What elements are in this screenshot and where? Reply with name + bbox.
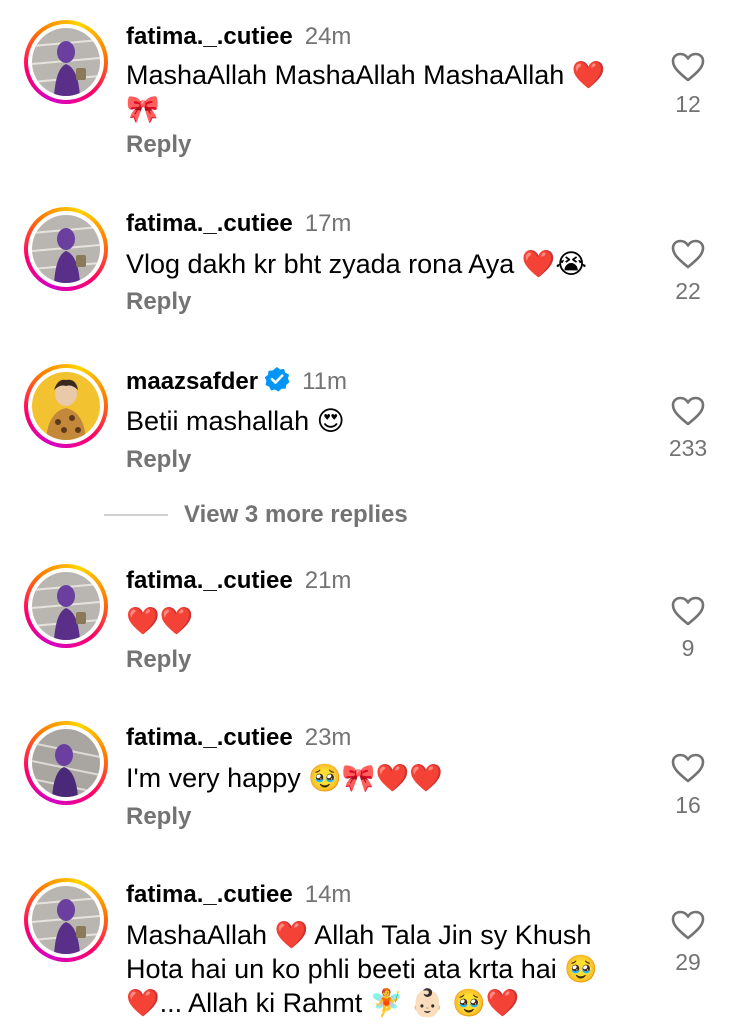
heart-outline-icon[interactable]: [662, 910, 714, 940]
like-control: 12: [662, 52, 714, 118]
like-count: 9: [681, 635, 695, 661]
avatar[interactable]: [24, 20, 108, 104]
username-link[interactable]: fatima._.cutiee: [126, 23, 293, 50]
username-link[interactable]: fatima._.cutiee: [126, 210, 293, 237]
avatar[interactable]: [24, 564, 108, 648]
like-count: 12: [675, 91, 701, 117]
like-control: 16: [662, 753, 714, 819]
avatar[interactable]: [24, 721, 108, 805]
timestamp: 21m: [304, 567, 352, 594]
heart-outline-icon[interactable]: [662, 753, 714, 783]
reply-button[interactable]: Reply: [126, 130, 191, 160]
timestamp: 24m: [304, 23, 352, 50]
heart-outline-icon[interactable]: [662, 396, 714, 426]
view-more-replies-button[interactable]: View 3 more replies: [104, 500, 408, 530]
comment-header: fatima._.cutiee 21m: [126, 566, 351, 596]
comment-text: Vlog dakh kr bht zyada rona Aya ❤️😭: [126, 249, 587, 279]
avatar-photo: [32, 729, 100, 797]
username-link[interactable]: maazsafder: [126, 368, 258, 395]
comment-text: Betii mashallah 😍: [126, 406, 345, 436]
heart-outline-icon[interactable]: [662, 239, 714, 269]
like-count: 233: [668, 435, 708, 461]
timestamp: 23m: [304, 724, 352, 751]
comment-header: maazsafder 11m: [126, 366, 347, 400]
like-control: 9: [662, 596, 714, 662]
avatar-photo: [32, 28, 100, 96]
timestamp: 14m: [304, 881, 352, 908]
like-count: 22: [675, 278, 701, 304]
comment-header: fatima._.cutiee 17m: [126, 209, 351, 239]
like-count: 16: [675, 792, 701, 818]
reply-button[interactable]: Reply: [126, 802, 191, 832]
verified-badge-icon: [264, 366, 290, 400]
username-link[interactable]: fatima._.cutiee: [126, 567, 293, 594]
timestamp: 17m: [304, 210, 352, 237]
reply-button[interactable]: Reply: [126, 645, 191, 675]
username-link[interactable]: fatima._.cutiee: [126, 881, 293, 908]
like-control: 22: [662, 239, 714, 305]
divider: [104, 514, 168, 516]
timestamp: 11m: [302, 368, 347, 395]
username-link[interactable]: fatima._.cutiee: [126, 724, 293, 751]
comment-header: fatima._.cutiee 23m: [126, 723, 351, 753]
avatar[interactable]: [24, 364, 108, 448]
comment-text: MashaAllah MashaAllah MashaAllah ❤️ 🎀: [126, 60, 606, 124]
like-control: 233: [662, 396, 714, 462]
heart-outline-icon[interactable]: [662, 52, 714, 82]
like-control: 29: [662, 910, 714, 976]
comment-header: fatima._.cutiee 14m: [126, 880, 351, 910]
heart-outline-icon[interactable]: [662, 596, 714, 626]
avatar[interactable]: [24, 878, 108, 962]
comment-text: MashaAllah ❤️ Allah Tala Jin sy Khush Ho…: [126, 920, 598, 1018]
comment-text: I'm very happy 🥹🎀❤️❤️: [126, 763, 443, 793]
comment-header: fatima._.cutiee 24m: [126, 22, 351, 52]
comment-text: ❤️❤️: [126, 606, 194, 636]
like-count: 29: [675, 949, 701, 975]
reply-button[interactable]: Reply: [126, 287, 191, 317]
avatar-photo: [32, 372, 100, 440]
avatar-photo: [32, 572, 100, 640]
avatar-photo: [32, 215, 100, 283]
avatar[interactable]: [24, 207, 108, 291]
view-more-replies-label: View 3 more replies: [184, 501, 408, 528]
avatar-photo: [32, 886, 100, 954]
reply-button[interactable]: Reply: [126, 445, 191, 475]
